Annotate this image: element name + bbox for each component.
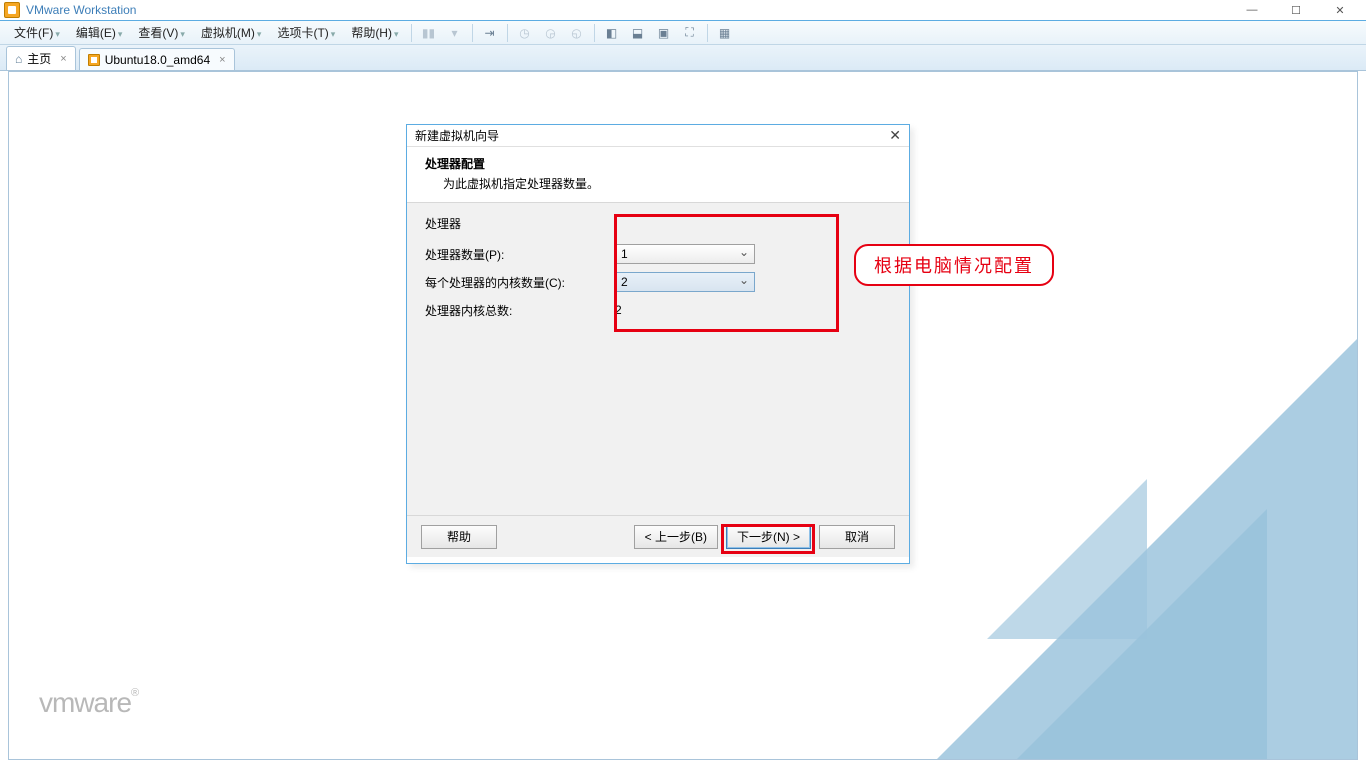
dialog-titlebar: 新建虚拟机向导 ✕ xyxy=(407,125,909,147)
home-icon: ⌂ xyxy=(15,52,22,66)
unity-icon[interactable]: ▣ xyxy=(653,23,675,43)
app-icon xyxy=(4,2,20,18)
split-bottom-icon[interactable]: ⬓ xyxy=(627,23,649,43)
window-titlebar: VMware Workstation — ☐ ✕ xyxy=(0,0,1366,21)
play-dropdown-icon: ▾ xyxy=(444,23,466,43)
menubar: 文件(F)▾ 编辑(E)▾ 查看(V)▾ 虚拟机(M)▾ 选项卡(T)▾ 帮助(… xyxy=(0,21,1366,45)
new-vm-wizard-dialog: 新建虚拟机向导 ✕ 处理器配置 为此虚拟机指定处理器数量。 处理器 处理器数量(… xyxy=(406,124,910,564)
dialog-header-subtitle: 为此虚拟机指定处理器数量。 xyxy=(425,175,891,192)
close-tab-icon[interactable]: × xyxy=(219,54,225,66)
combo-cores-per-processor[interactable]: 2 xyxy=(615,272,755,292)
pause-icon: ▮▮ xyxy=(418,23,440,43)
send-tab-icon[interactable]: ⇥ xyxy=(479,23,501,43)
back-button[interactable]: < 上一步(B) xyxy=(634,525,718,549)
combo-processor-count[interactable]: 1 xyxy=(615,244,755,264)
tab-vm-label: Ubuntu18.0_amd64 xyxy=(105,53,210,67)
vmware-logo: vmware® xyxy=(39,687,138,719)
menu-file[interactable]: 文件(F)▾ xyxy=(6,22,68,43)
decor-triangle xyxy=(907,309,1358,760)
dialog-title: 新建虚拟机向导 xyxy=(415,127,499,144)
menu-help[interactable]: 帮助(H)▾ xyxy=(343,22,406,43)
library-icon[interactable]: ▦ xyxy=(714,23,736,43)
manage-snapshot-icon: ◵ xyxy=(566,23,588,43)
fullscreen-icon[interactable]: ⛶ xyxy=(679,23,701,43)
help-button[interactable]: 帮助 xyxy=(421,525,497,549)
dialog-header: 处理器配置 为此虚拟机指定处理器数量。 xyxy=(407,147,909,203)
menu-view[interactable]: 查看(V)▾ xyxy=(130,22,193,43)
dialog-close-icon[interactable]: ✕ xyxy=(889,127,901,144)
split-left-icon[interactable]: ◧ xyxy=(601,23,623,43)
next-button[interactable]: 下一步(N) > xyxy=(726,525,811,549)
close-button[interactable]: ✕ xyxy=(1318,0,1362,20)
menu-tabs[interactable]: 选项卡(T)▾ xyxy=(269,22,343,43)
tab-vm-ubuntu[interactable]: Ubuntu18.0_amd64 × xyxy=(79,48,235,70)
dialog-body: 处理器 处理器数量(P): 1 每个处理器的内核数量(C): 2 处理器内核总数… xyxy=(407,203,909,515)
tab-home[interactable]: ⌂ 主页 × xyxy=(6,46,76,70)
menu-vm[interactable]: 虚拟机(M)▾ xyxy=(193,22,270,43)
tabstrip: ⌂ 主页 × Ubuntu18.0_amd64 × xyxy=(0,45,1366,71)
value-total-cores: 2 xyxy=(615,303,755,317)
snapshot-icon: ◷ xyxy=(514,23,536,43)
minimize-button[interactable]: — xyxy=(1230,0,1274,20)
label-total-cores: 处理器内核总数: xyxy=(425,302,615,319)
menu-edit[interactable]: 编辑(E)▾ xyxy=(68,22,131,43)
dialog-header-title: 处理器配置 xyxy=(425,155,891,172)
dialog-footer: 帮助 < 上一步(B) 下一步(N) > 取消 xyxy=(407,515,909,557)
annotation-callout: 根据电脑情况配置 xyxy=(854,244,1054,286)
window-title: VMware Workstation xyxy=(26,3,136,17)
close-tab-icon[interactable]: × xyxy=(60,53,66,65)
group-label-processors: 处理器 xyxy=(425,215,891,232)
label-cores-per-processor: 每个处理器的内核数量(C): xyxy=(425,274,615,291)
label-processor-count: 处理器数量(P): xyxy=(425,246,615,263)
maximize-button[interactable]: ☐ xyxy=(1274,0,1318,20)
revert-icon: ◶ xyxy=(540,23,562,43)
cancel-button[interactable]: 取消 xyxy=(819,525,895,549)
tab-home-label: 主页 xyxy=(27,50,51,67)
vm-icon xyxy=(88,54,100,66)
